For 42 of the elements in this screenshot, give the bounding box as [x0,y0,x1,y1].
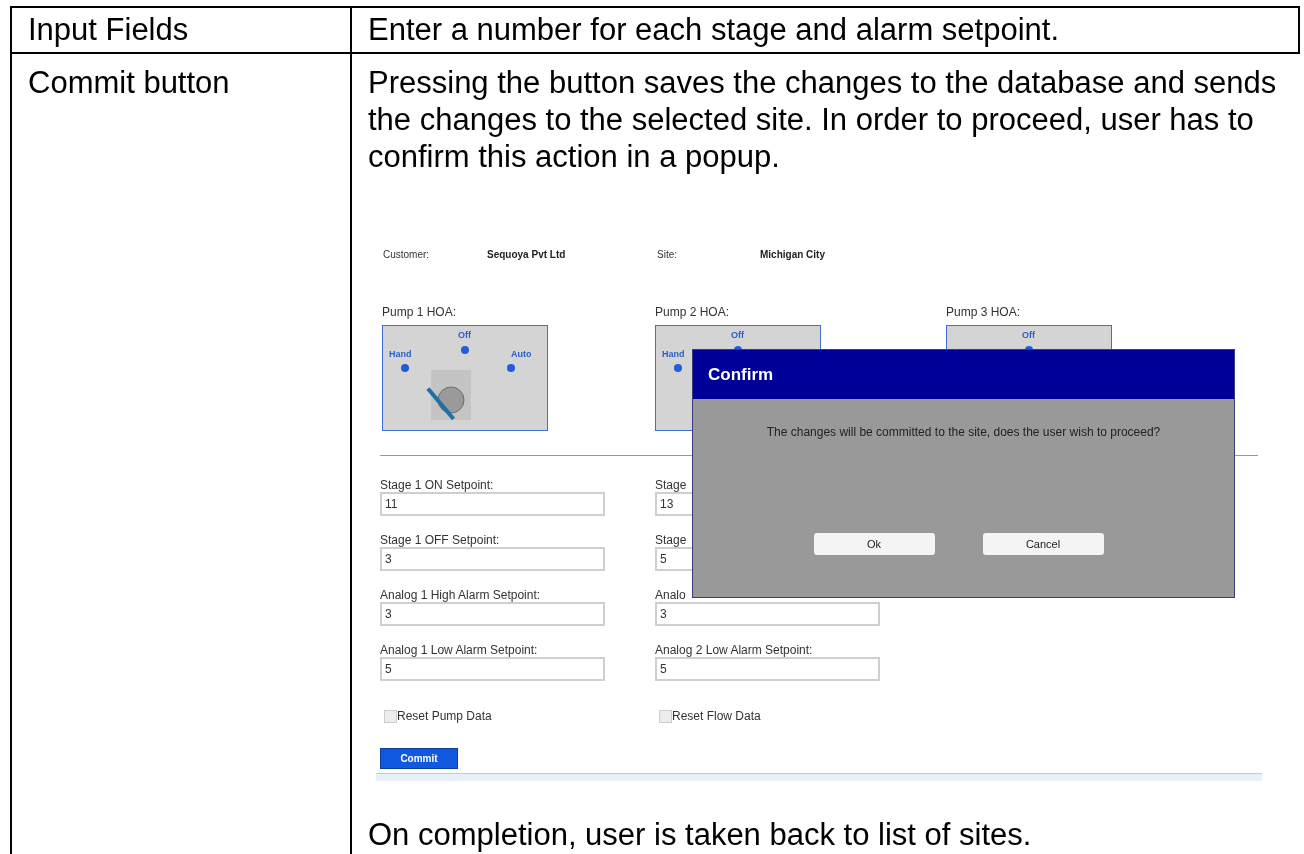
pump-label: Pump 2 HOA: [655,304,731,321]
checkbox[interactable] [659,709,672,723]
input-field[interactable]: 3 [380,602,605,626]
field-label: Stage [655,532,687,545]
description-paragraph: Pressing the button saves the changes to the database and sends the changes to the selected site. In order to proceed, user has to confirm this action in a popup. [368,64,1278,175]
table-cell: Input Fields [28,12,189,48]
input-field[interactable]: 3 [655,602,880,626]
checkbox-label: Reset Flow Data [672,708,761,725]
commit-button[interactable]: Commit [380,748,458,769]
site-name: Michigan City [760,248,826,262]
customer-name: Sequoya Pvt Ltd [487,248,567,262]
field-label: Stage 1 ON Setpoint: [380,477,494,490]
dialog-button[interactable]: Ok [813,533,935,555]
field-label: Analog 2 Low Alarm Setpoint: [655,642,813,655]
position-label: Hand [389,348,412,361]
position-label: Off [731,329,744,342]
checkbox-label: Reset Pump Data [397,708,492,725]
field-label: Stage [655,477,687,490]
dialog-title: Confirm [708,363,774,386]
input-field[interactable]: 11 [380,492,605,516]
table-cell: Commit button [28,65,230,100]
customer-label: Customer: [383,248,431,262]
field-label: Analo [655,587,686,600]
site-label: Site: [657,248,678,262]
pump-label: Pump 1 HOA: [382,304,458,321]
checkbox[interactable] [384,709,397,723]
input-field[interactable]: 3 [380,547,605,571]
position-label: Off [458,329,471,342]
field-label: Stage 1 OFF Setpoint: [380,532,500,545]
field-label: Analog 1 High Alarm Setpoint: [380,587,541,600]
input-field[interactable]: 5 [380,657,605,681]
table-cell: Enter a number for each stage and alarm setpoint. [368,12,1059,48]
position-label: Hand [662,348,685,361]
dialog-button[interactable]: Cancel [982,533,1104,555]
completion-paragraph: On completion, user is taken back to list of sites. [368,819,1033,851]
input-field[interactable]: 5 [655,657,880,681]
field-label: Analog 1 Low Alarm Setpoint: [380,642,538,655]
position-label: Off [1022,329,1035,342]
pump-label: Pump 3 HOA: [946,304,1022,321]
rotary-knob-icon [431,370,471,420]
position-label: Auto [511,348,532,361]
dialog-message: The changes will be committed to the site, does the user wish to proceed? [765,424,1162,441]
